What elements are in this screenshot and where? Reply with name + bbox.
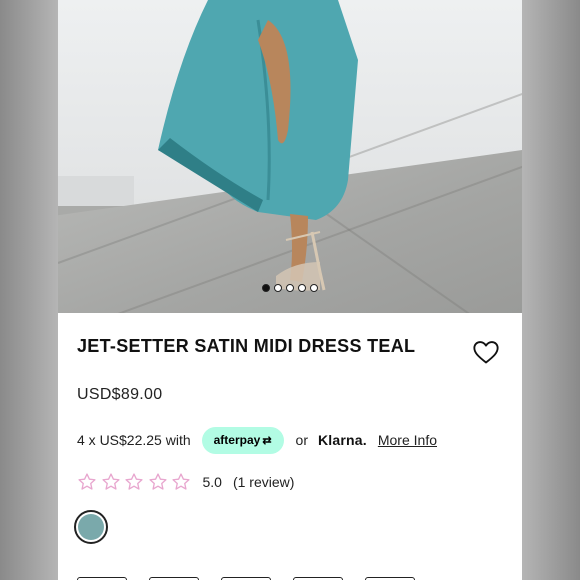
afterpay-arrows-icon: ⇄ xyxy=(262,434,272,447)
product-page: JET-SETTER SATIN MIDI DRESS TEAL USD$89.… xyxy=(58,0,522,580)
product-rating[interactable]: 5.0 (1 review) xyxy=(77,470,294,494)
star-icon xyxy=(172,473,190,490)
star-icon xyxy=(148,473,167,490)
more-info-link[interactable]: More Info xyxy=(378,432,437,448)
review-count[interactable]: (1 review) xyxy=(233,474,294,490)
color-swatch-selected[interactable] xyxy=(74,510,108,544)
carousel-dot[interactable] xyxy=(310,284,318,292)
star-icon xyxy=(101,473,120,490)
or-text: or xyxy=(295,432,308,448)
carousel-dot[interactable] xyxy=(274,284,282,292)
star-icon xyxy=(78,473,96,490)
afterpay-badge[interactable]: afterpay ⇄ xyxy=(201,426,284,454)
background-left xyxy=(0,0,58,580)
product-image[interactable] xyxy=(58,0,522,313)
afterpay-label: afterpay xyxy=(213,433,261,447)
model-illustration xyxy=(158,0,358,291)
product-price: USD$89.00 xyxy=(77,386,163,403)
payment-options: 4 x US$22.25 with afterpay ⇄ or Klarna. … xyxy=(77,426,437,454)
klarna-logo: Klarna. xyxy=(317,432,367,448)
background-right xyxy=(522,0,580,580)
color-swatch-fill xyxy=(78,514,104,540)
carousel-dots xyxy=(58,284,522,292)
heart-icon[interactable] xyxy=(472,338,500,366)
carousel-dot[interactable] xyxy=(298,284,306,292)
product-title: JET-SETTER SATIN MIDI DRESS TEAL xyxy=(77,336,416,356)
rating-score: 5.0 xyxy=(202,474,222,490)
star-rating xyxy=(77,472,195,492)
carousel-dot[interactable] xyxy=(286,284,294,292)
star-icon xyxy=(125,473,143,490)
installment-text: 4 x US$22.25 with xyxy=(77,432,191,448)
carousel-dot[interactable] xyxy=(262,284,270,292)
